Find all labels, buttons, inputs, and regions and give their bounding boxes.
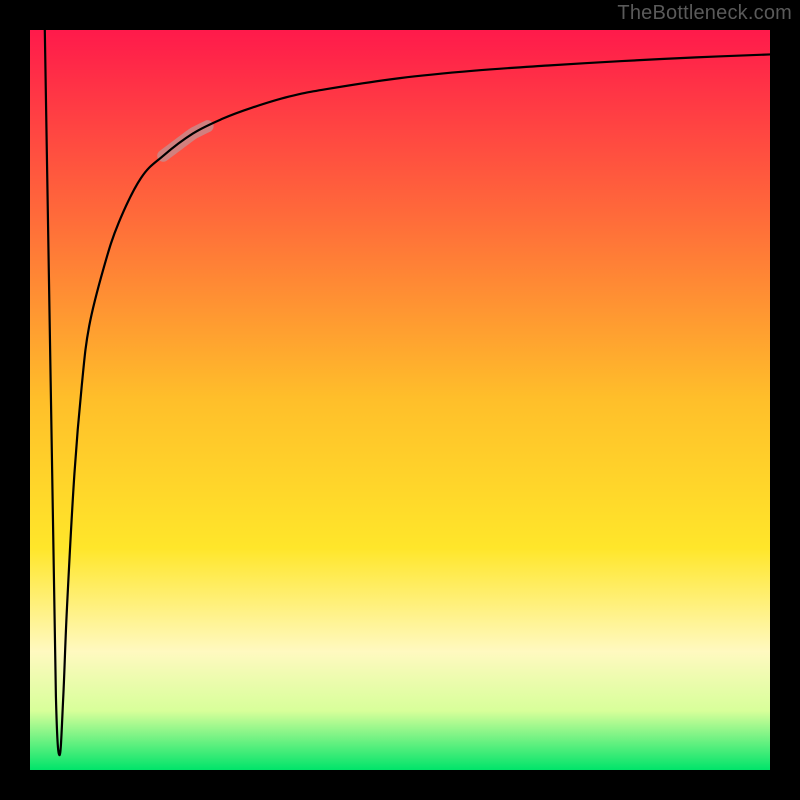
plot-background [30,30,770,770]
chart-svg [0,0,800,800]
chart-frame: TheBottleneck.com [0,0,800,800]
watermark-text: TheBottleneck.com [617,2,792,25]
